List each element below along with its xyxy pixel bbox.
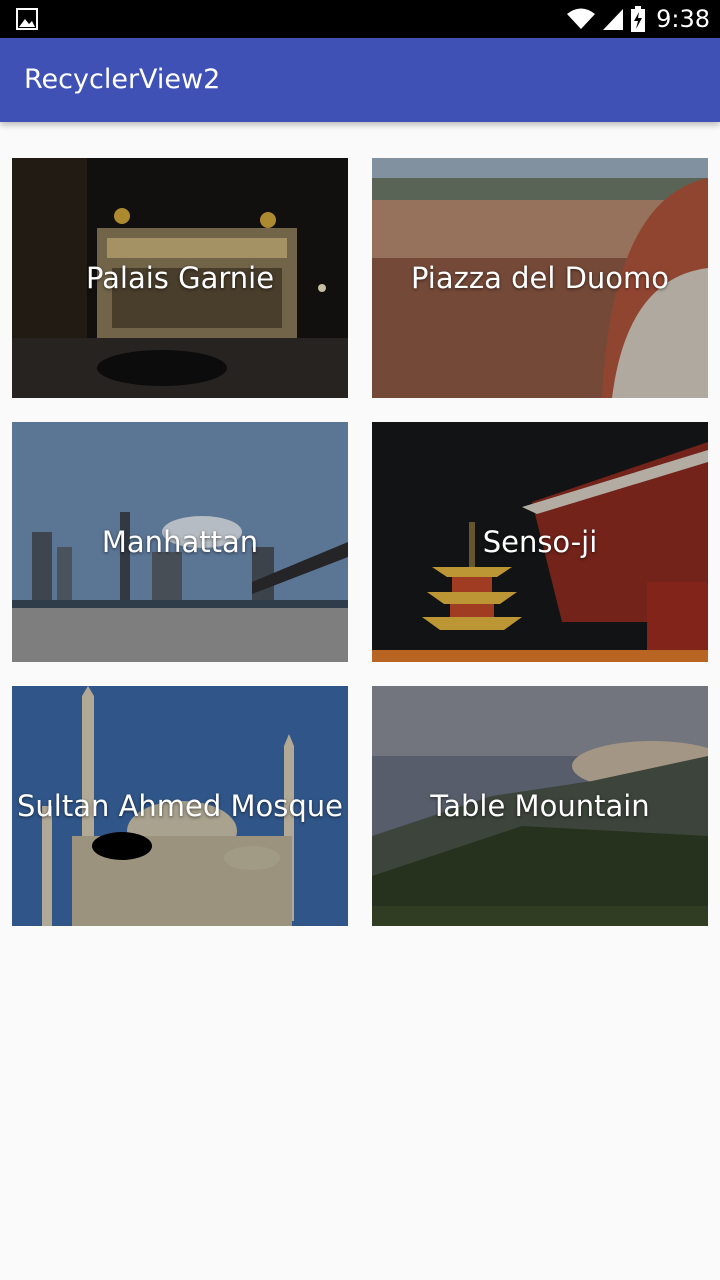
place-name: Palais Garnie [85, 261, 275, 295]
wifi-icon [567, 8, 596, 29]
place-card[interactable]: Palais Garnie [12, 158, 348, 398]
signal-icon [603, 9, 624, 30]
place-name: Piazza del Duomo [410, 261, 670, 295]
place-card[interactable]: Table Mountain [372, 686, 708, 926]
place-name: Sultan Ahmed Mosque [16, 789, 344, 823]
status-time: 9:38 [656, 5, 710, 33]
place-name: Manhattan [101, 525, 259, 559]
battery-charging-icon [631, 6, 646, 32]
place-card[interactable]: Sultan Ahmed Mosque [12, 686, 348, 926]
places-grid: Palais Garnie Piazza del Duomo Manhattan… [0, 122, 720, 1280]
image-icon [16, 8, 38, 30]
status-bar: 9:38 [0, 0, 720, 38]
place-card[interactable]: Manhattan [12, 422, 348, 662]
place-card[interactable]: Piazza del Duomo [372, 158, 708, 398]
app-title: RecyclerView2 [24, 64, 221, 95]
place-card[interactable]: Senso-ji [372, 422, 708, 662]
place-name: Table Mountain [430, 789, 650, 823]
app-bar: RecyclerView2 [0, 38, 720, 122]
place-name: Senso-ji [482, 525, 598, 559]
